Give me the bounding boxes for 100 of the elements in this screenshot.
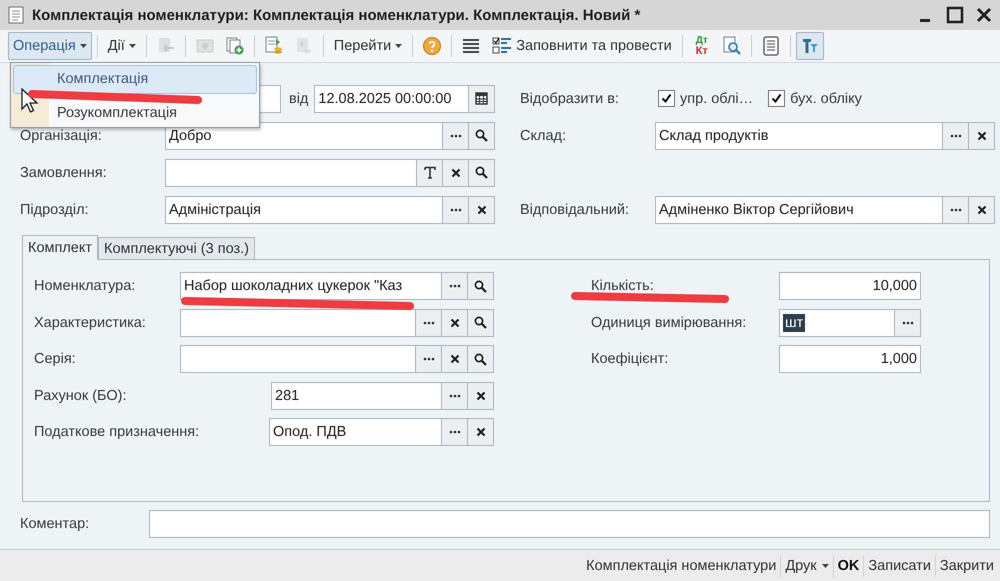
input-field[interactable]: 1,000	[779, 345, 921, 374]
input-field[interactable]: шт	[779, 308, 895, 337]
input-field[interactable]	[180, 345, 416, 374]
search-icon	[474, 316, 487, 330]
field-label: Кількість:	[591, 278, 655, 294]
menu-button[interactable]: Дії	[102, 32, 141, 60]
checklist-icon	[492, 37, 512, 55]
text-type-icon	[424, 166, 436, 179]
mouse-cursor-icon	[21, 88, 39, 114]
input-field[interactable]: Адміненко Віктор Сергійович	[655, 196, 943, 224]
copy-add-icon	[224, 36, 245, 56]
search-icon	[474, 352, 487, 366]
toolbar-button[interactable]	[796, 32, 824, 60]
ellipsis-icon	[448, 394, 460, 398]
input-field[interactable]: 281	[271, 382, 442, 410]
type-button[interactable]	[417, 158, 443, 186]
tab[interactable]: Комплект	[22, 235, 98, 260]
clear-button[interactable]	[969, 196, 995, 224]
ellipsis-icon	[448, 284, 460, 288]
checkbox-label: бух. обліку	[790, 90, 862, 106]
field-label: Рахунок (БО):	[34, 388, 127, 404]
tab[interactable]: Комплектуючі (3 поз.)	[98, 237, 255, 259]
document-list-icon	[760, 36, 781, 56]
ellipsis-icon	[950, 134, 962, 138]
checkbox[interactable]	[658, 90, 675, 107]
comment-field[interactable]	[149, 510, 990, 538]
input-field[interactable]: Набор шоколадних цукерок "Каз	[180, 272, 442, 300]
ellipsis-icon	[448, 430, 460, 434]
calendar-button[interactable]	[469, 84, 495, 112]
clear-button[interactable]	[468, 418, 494, 446]
field-label: Замовлення:	[19, 164, 108, 180]
close-icon	[476, 390, 486, 401]
preview-icon	[722, 36, 742, 56]
field-label: Відобразити в:	[520, 90, 620, 106]
close-icon	[976, 204, 986, 214]
field-label: Підрозділ:	[19, 202, 90, 218]
footer-button[interactable]: Комплектація номенклатури	[582, 552, 780, 578]
clear-button[interactable]	[443, 158, 469, 186]
input-field[interactable]	[165, 158, 417, 186]
choose-button[interactable]	[895, 308, 921, 337]
document-coins-icon	[264, 36, 284, 56]
input-field[interactable]	[180, 308, 416, 337]
date-label: від	[288, 90, 308, 106]
close-icon	[450, 318, 460, 328]
search-button[interactable]	[468, 272, 494, 300]
search-icon	[475, 166, 488, 179]
input-field[interactable]: Адміністрація	[165, 196, 443, 224]
caret-icon	[395, 44, 402, 48]
clear-button[interactable]	[469, 196, 495, 224]
ellipsis-icon	[422, 357, 434, 362]
field-label: Одиниця вимірювання:	[591, 314, 748, 331]
footer-button[interactable]: Закрити	[936, 552, 998, 578]
search-icon	[475, 129, 488, 142]
window-title: Комплектація номенклатури: Комплектація номенклатури. Комплектація. Новий *	[32, 6, 642, 24]
document-icon	[8, 6, 24, 24]
ellipsis-icon	[902, 320, 914, 325]
clear-button[interactable]	[442, 345, 468, 374]
ellipsis-icon	[450, 208, 462, 212]
caret-icon	[128, 44, 136, 48]
caret-icon	[80, 44, 87, 48]
search-button[interactable]	[468, 308, 494, 337]
maximize-button[interactable]	[946, 6, 964, 24]
footer-button[interactable]: Записати	[864, 552, 935, 578]
search-icon	[474, 280, 487, 293]
calendar-icon	[475, 92, 488, 105]
checkmark-icon	[771, 93, 782, 104]
menu-button[interactable]: Операція	[8, 32, 92, 60]
footer-button[interactable]: OK	[834, 552, 864, 578]
close-button[interactable]	[976, 7, 992, 23]
ellipsis-icon	[450, 134, 462, 138]
checkbox-label: упр. облі…	[680, 90, 754, 106]
input-field[interactable]: Склад продуктів	[655, 122, 943, 150]
fill-and-post-button[interactable]: Заповнити та провести	[487, 32, 677, 60]
field-label: Організація:	[19, 128, 103, 144]
input-field[interactable]: 10,000	[779, 272, 921, 300]
search-button[interactable]	[468, 345, 494, 374]
search-button[interactable]	[469, 158, 495, 186]
search-button[interactable]	[469, 122, 495, 150]
close-icon	[450, 354, 460, 364]
checkmark-icon	[661, 93, 672, 104]
ellipsis-icon	[950, 208, 962, 212]
field-label: Серія:	[34, 351, 76, 368]
clear-button[interactable]	[442, 308, 468, 337]
footer-button[interactable]: Друк	[781, 552, 833, 578]
checkbox[interactable]	[768, 90, 786, 107]
menu-button[interactable]: Перейти	[328, 32, 408, 60]
input-field[interactable]: Добро	[165, 122, 443, 150]
input-field[interactable]: Опод. ПДВ	[269, 418, 442, 446]
close-icon	[450, 168, 460, 178]
field-label: Склад:	[520, 128, 567, 144]
field-label: Податкове призначення:	[34, 424, 200, 440]
field-label: Коефіцієнт:	[591, 351, 670, 368]
clear-button[interactable]	[969, 122, 995, 150]
menu-item[interactable]: Комплектація	[13, 65, 257, 94]
close-icon	[476, 427, 486, 438]
ledger-button[interactable]: Дт Кт	[688, 32, 716, 60]
help-icon	[422, 36, 442, 56]
date-field[interactable]: 12.08.2025 00:00:00	[314, 84, 469, 112]
clear-button[interactable]	[468, 382, 494, 410]
field-label: Характеристика:	[34, 314, 146, 331]
